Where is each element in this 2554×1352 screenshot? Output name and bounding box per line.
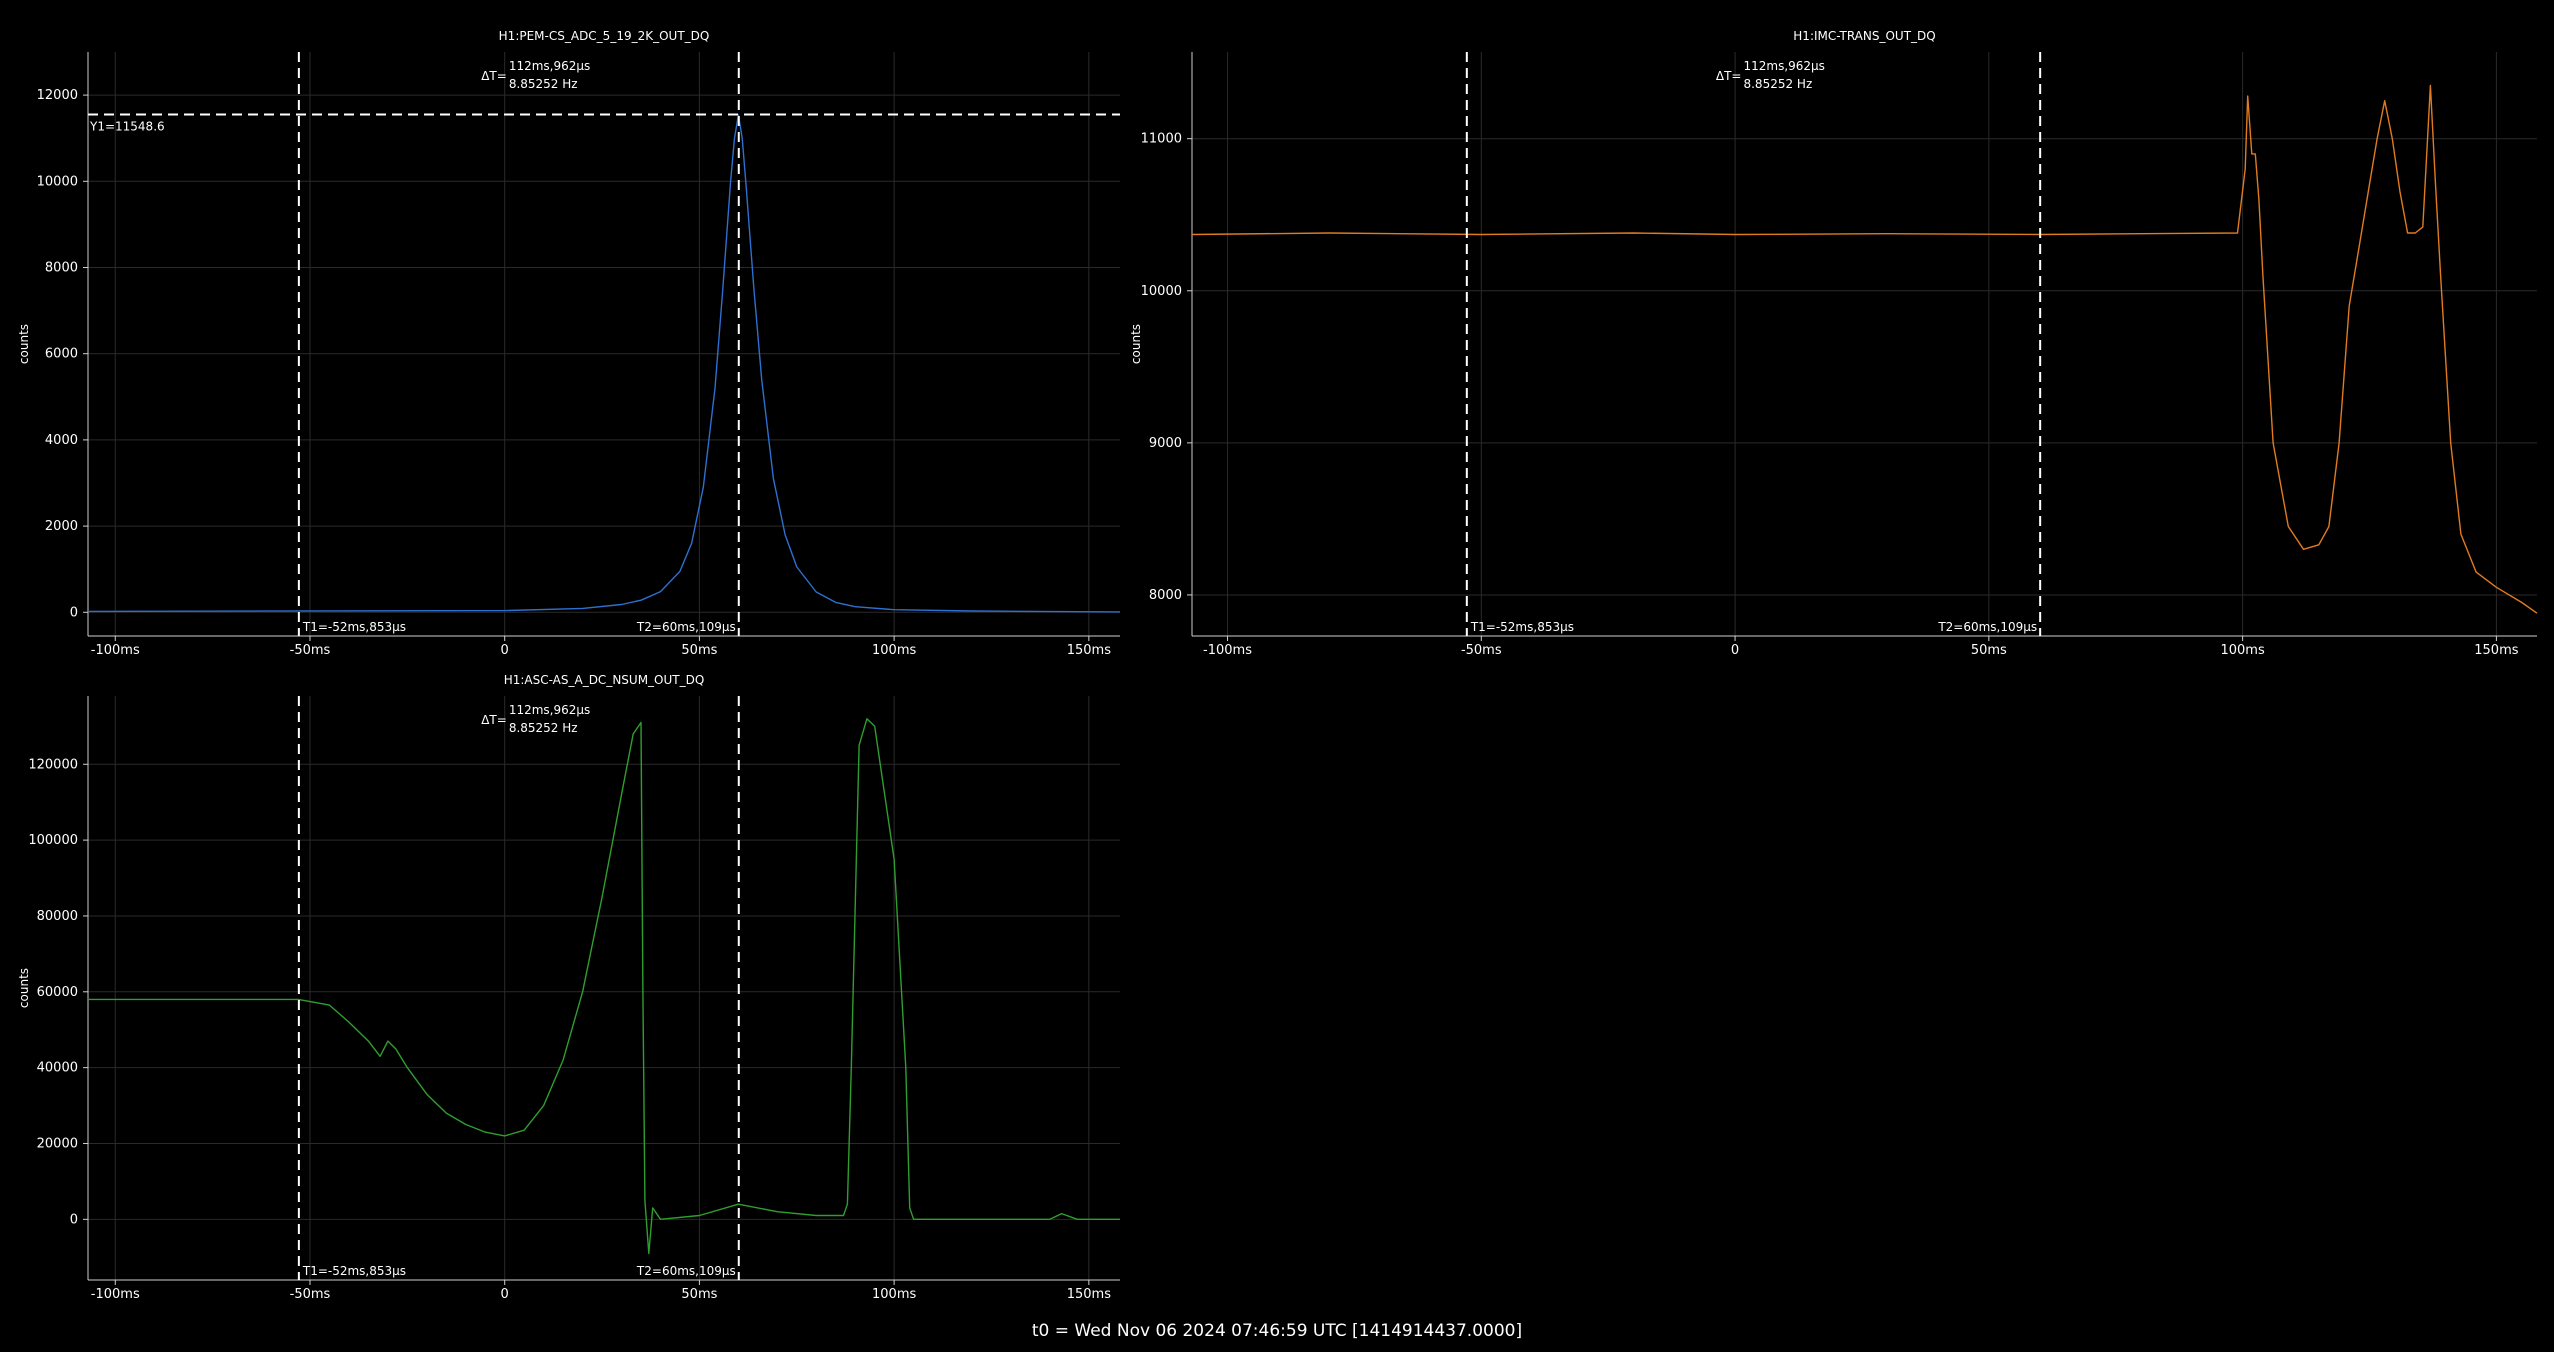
y-tick-label: 0	[70, 1212, 78, 1227]
t0-footer: t0 = Wed Nov 06 2024 07:46:59 UTC [14149…	[1031, 1321, 1523, 1341]
x-tick-label: -50ms	[290, 643, 331, 658]
chart-title: H1:PEM-CS_ADC_5_19_2K_OUT_DQ	[499, 29, 710, 43]
delta-frequency: 8.85252 Hz	[509, 77, 578, 91]
y-tick-label: 100000	[28, 833, 78, 848]
x-tick-label: -100ms	[91, 643, 140, 658]
cursor-t2-label: T2=60ms,109μs	[636, 620, 736, 634]
cursor-t1-label: T1=-52ms,853μs	[302, 1264, 406, 1278]
x-tick-label: 150ms	[1067, 643, 1111, 658]
chart-title: H1:ASC-AS_A_DC_NSUM_OUT_DQ	[504, 673, 705, 687]
delta-time: 112ms,962μs	[1743, 59, 1824, 73]
y-tick-label: 0	[70, 605, 78, 620]
x-tick-label: -100ms	[91, 1287, 140, 1302]
cursor-t1-label: T1=-52ms,853μs	[302, 620, 406, 634]
x-tick-label: 100ms	[872, 1287, 916, 1302]
y-axis-label: counts	[17, 324, 31, 364]
x-tick-label: 100ms	[2220, 643, 2264, 658]
y-tick-label: 10000	[1141, 284, 1182, 299]
cursor-y1-label: Y1=11548.6	[89, 120, 165, 134]
y-tick-label: 11000	[1141, 132, 1182, 147]
y-tick-label: 8000	[1149, 588, 1182, 603]
y-axis-label: counts	[1129, 324, 1143, 364]
x-tick-label: 150ms	[1067, 1287, 1111, 1302]
delta-frequency: 8.85252 Hz	[509, 721, 578, 735]
cursor-t2-label: T2=60ms,109μs	[1937, 620, 2037, 634]
x-tick-label: 0	[501, 1287, 509, 1302]
x-tick-label: 150ms	[2474, 643, 2518, 658]
series-line	[88, 718, 1120, 1255]
x-tick-label: 50ms	[681, 1287, 717, 1302]
delta-time: 112ms,962μs	[509, 703, 590, 717]
y-tick-label: 12000	[37, 88, 78, 103]
x-tick-label: -100ms	[1203, 643, 1252, 658]
y-tick-label: 40000	[37, 1061, 78, 1076]
x-tick-label: 0	[1731, 643, 1739, 658]
scope-canvas: -100ms -50ms 0 50ms 100ms 150ms 0 2000 4000 6000 8…	[17, 29, 2538, 1302]
x-tick-label: -50ms	[1461, 643, 1502, 658]
cursor-t1-label: T1=-52ms,853μs	[1470, 620, 1574, 634]
y-axis-label: counts	[17, 968, 31, 1008]
delta-prefix: ΔT=	[1716, 69, 1742, 83]
delta-time: 112ms,962μs	[509, 59, 590, 73]
y-tick-label: 80000	[37, 909, 78, 924]
series-line	[1191, 84, 2538, 614]
y-tick-label: 60000	[37, 985, 78, 1000]
x-tick-label: 50ms	[1971, 643, 2007, 658]
delta-prefix: ΔT=	[481, 69, 507, 83]
x-tick-label: 0	[501, 643, 509, 658]
chart-title: H1:IMC-TRANS_OUT_DQ	[1793, 29, 1935, 43]
y-tick-label: 8000	[45, 260, 78, 275]
x-tick-label: 50ms	[681, 643, 717, 658]
y-tick-label: 6000	[45, 347, 78, 362]
y-tick-label: 9000	[1149, 436, 1182, 451]
x-tick-label: -50ms	[290, 1287, 331, 1302]
y-tick-label: 10000	[37, 174, 78, 189]
y-tick-label: 20000	[37, 1136, 78, 1151]
y-tick-label: 2000	[45, 519, 78, 534]
delta-prefix: ΔT=	[481, 713, 507, 727]
y-tick-label: 120000	[28, 757, 78, 772]
series-line	[87, 114, 1121, 613]
y-tick-label: 4000	[45, 433, 78, 448]
x-tick-label: 100ms	[872, 643, 916, 658]
delta-frequency: 8.85252 Hz	[1743, 77, 1812, 91]
cursor-t2-label: T2=60ms,109μs	[636, 1264, 736, 1278]
